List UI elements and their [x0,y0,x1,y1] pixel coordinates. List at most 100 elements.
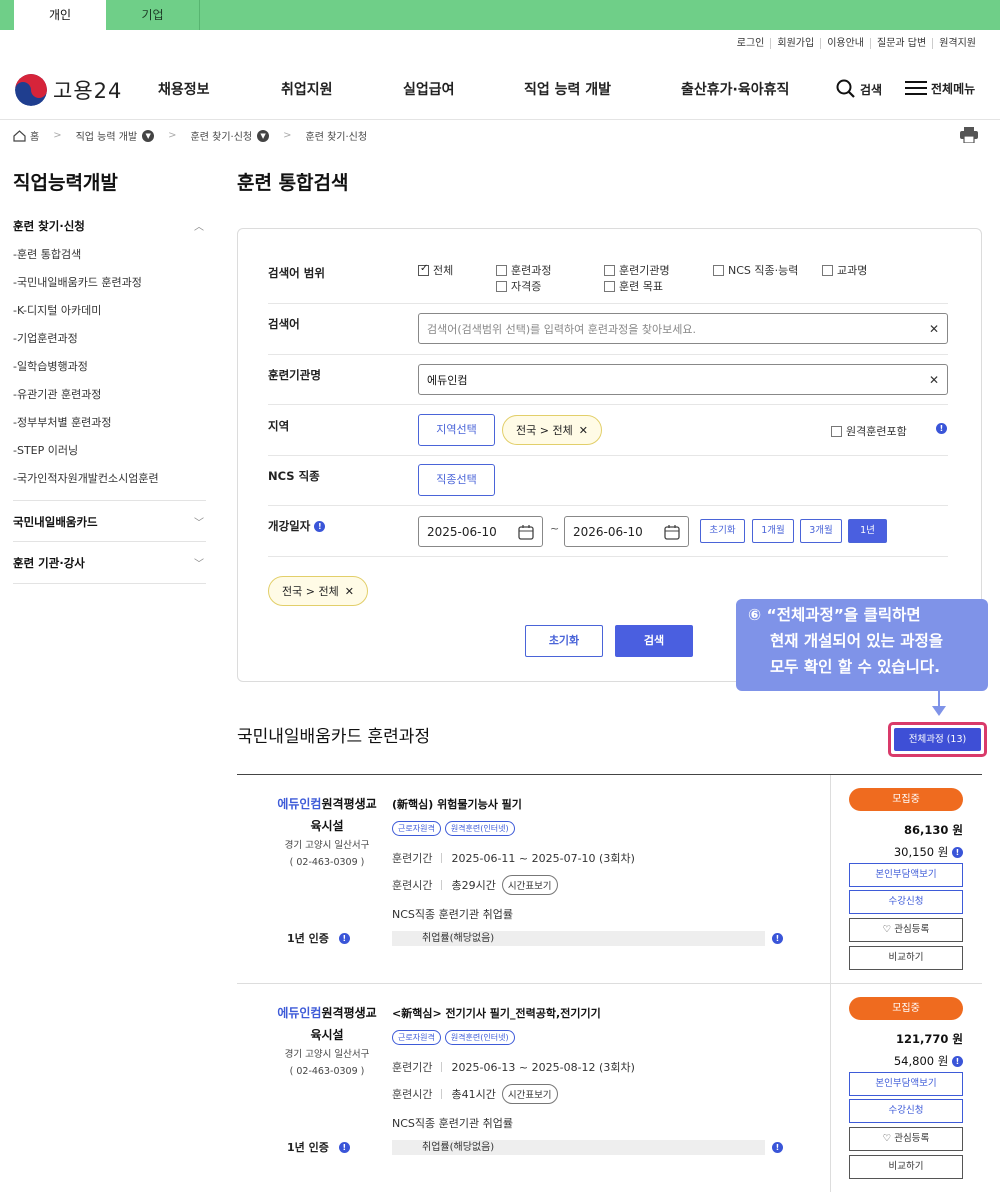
checkbox-icon [822,264,833,276]
sidebar-item[interactable]: -정부부처별 훈련과정 [13,414,112,430]
self-pay-view-button[interactable]: 본인부담액보기 [849,863,963,887]
sidebar-item[interactable]: -유관기관 훈련과정 [13,386,101,402]
breadcrumb-sep-icon: > [53,130,62,141]
scope-course-checkbox[interactable]: 훈련과정 [496,262,551,278]
course-name[interactable]: (新핵심) 위험물기능사 필기 [392,796,522,812]
enroll-button[interactable]: 수강신청 [849,890,963,914]
end-date-input[interactable]: 2026-06-10 [564,516,689,547]
nav-unemployment-benefit[interactable]: 실업급여 [403,79,455,99]
meta-label: 훈련기간 [392,852,433,865]
scope-institution-checkbox[interactable]: 훈련기관명 [604,262,670,278]
sidebar-item[interactable]: -일학습병행과정 [13,358,88,374]
tab-business[interactable]: 기업 [106,0,200,30]
search-submit-button[interactable]: 검색 [615,625,693,657]
org-name[interactable]: 에듀인컴원격평생교 육시설 [237,1002,417,1046]
institution-label: 훈련기관명 [268,368,321,382]
home-icon[interactable] [13,129,26,142]
info-icon[interactable]: ! [952,847,963,858]
sidebar-section-training[interactable]: 훈련 찾기·신청 ︿ [13,218,206,234]
keyword-input[interactable]: 검색어(검색범위 선택)를 입력하여 훈련과정을 찾아보세요. ✕ [418,313,948,344]
nav-skill-development[interactable]: 직업 능력 개발 [524,79,611,99]
ncs-select-button[interactable]: 직종선택 [418,464,495,496]
sidebar-item[interactable]: -훈련 통합검색 [13,246,81,262]
info-icon[interactable]: ! [338,932,350,944]
guide-link[interactable]: 이용안내 [820,38,870,49]
tab-personal[interactable]: 개인 [14,0,106,30]
info-icon[interactable]: ! [772,933,783,944]
site-logo[interactable]: 고용24 [15,74,122,106]
scope-goal-checkbox[interactable]: 훈련 목표 [604,278,663,294]
reset-button[interactable]: 초기화 [525,625,603,657]
search-button[interactable]: 검색 [836,79,882,99]
scope-subject-checkbox[interactable]: 교과명 [822,262,867,278]
favorite-button[interactable]: ♡ 관심등록 [849,1127,963,1151]
tag-badge: 근로자원격 [392,1030,441,1045]
compare-button[interactable]: 비교하기 [849,946,963,970]
favorite-button[interactable]: ♡ 관심등록 [849,918,963,942]
qna-link[interactable]: 질문과 답변 [870,38,932,49]
all-courses-button[interactable]: 전체과정 (13) [894,728,981,751]
sidebar-item[interactable]: -STEP 이러닝 [13,442,78,458]
start-date-input[interactable]: 2025-06-10 [418,516,543,547]
calendar-icon[interactable] [518,524,534,540]
enroll-button[interactable]: 수강신청 [849,1099,963,1123]
institution-input[interactable]: 에듀인컴 ✕ [418,364,948,395]
close-icon[interactable]: ✕ [579,424,588,437]
cert-label: 1년 인증 [287,932,329,945]
timetable-button[interactable]: 시간표보기 [501,875,558,895]
close-icon[interactable]: ✕ [345,585,354,598]
chevron-down-icon[interactable]: ▼ [142,129,155,142]
info-icon[interactable]: ! [936,423,947,434]
scope-cert-checkbox[interactable]: 자격증 [496,278,541,294]
sidebar-item[interactable]: -K-디지털 아카데미 [13,302,101,318]
period-reset-button[interactable]: 초기화 [700,519,745,543]
course-name[interactable]: <新핵심> 전기기사 필기_전력공학,전기기기 [392,1005,601,1021]
remote-support-link[interactable]: 원격지원 [932,38,982,49]
remote-include-checkbox[interactable]: 원격훈련포함 [831,423,907,439]
print-icon[interactable] [960,127,978,146]
period-1year-button[interactable]: 1년 [848,519,887,543]
breadcrumb-item-training[interactable]: 훈련 찾기·신청 [191,128,253,143]
region-select-button[interactable]: 지역선택 [418,414,495,446]
login-link[interactable]: 로그인 [731,38,771,49]
form-divider [268,303,948,304]
all-menu-button[interactable]: 전체메뉴 [905,79,975,97]
sidebar-item[interactable]: -기업훈련과정 [13,330,78,346]
period-3month-button[interactable]: 3개월 [800,519,842,543]
period-1month-button[interactable]: 1개월 [752,519,794,543]
sidebar-item[interactable]: -국민내일배움카드 훈련과정 [13,274,142,290]
org-name-highlight: 에듀인컴 [277,1006,322,1020]
clear-icon[interactable]: ✕ [929,373,939,387]
course-period: 훈련기간 2025-06-13 ~ 2025-08-12 (3회차) [392,1059,635,1075]
scope-all-checkbox[interactable]: 전체 [418,262,453,278]
info-icon[interactable]: ! [314,521,326,532]
info-icon[interactable]: ! [338,1141,350,1153]
info-icon[interactable]: ! [952,1056,963,1067]
checkbox-checked-icon [418,263,429,276]
sidebar-item[interactable]: -국가인적자원개발컨소시엄훈련 [13,470,159,486]
checkbox-label: 자격증 [511,280,542,293]
org-name-line2: 육시설 [310,1028,344,1042]
self-pay-view-button[interactable]: 본인부담액보기 [849,1072,963,1096]
chevron-down-icon[interactable]: ▼ [257,129,270,142]
signup-link[interactable]: 회원가입 [770,38,820,49]
breadcrumb-item-skill[interactable]: 직업 능력 개발 [76,128,138,143]
sidebar-section-institutions[interactable]: 훈련 기관·강사 ﹀ [13,555,206,571]
checkbox-icon [496,264,507,276]
org-name[interactable]: 에듀인컴원격평생교 육시설 [237,793,417,837]
region-chip[interactable]: 전국 > 전체 ✕ [502,415,602,445]
nav-parental-leave[interactable]: 출산휴가·육아휴직 [681,79,789,99]
compare-button[interactable]: 비교하기 [849,1155,963,1179]
summary-region-chip[interactable]: 전국 > 전체 ✕ [268,576,368,606]
nav-employment-support[interactable]: 취업지원 [281,79,333,99]
nav-jobs[interactable]: 채용정보 [158,79,210,99]
scope-ncs-checkbox[interactable]: NCS 직종·능력 [713,262,798,278]
sidebar-divider [13,541,206,542]
clear-icon[interactable]: ✕ [929,322,939,336]
info-icon[interactable]: ! [772,1142,783,1153]
calendar-icon[interactable] [664,524,680,540]
sidebar-section-card[interactable]: 국민내일배움카드 ﹀ [13,514,206,530]
breadcrumb-home[interactable]: 홈 [30,128,39,143]
checkbox-label: 원격훈련포함 [846,425,907,438]
timetable-button[interactable]: 시간표보기 [501,1084,558,1104]
